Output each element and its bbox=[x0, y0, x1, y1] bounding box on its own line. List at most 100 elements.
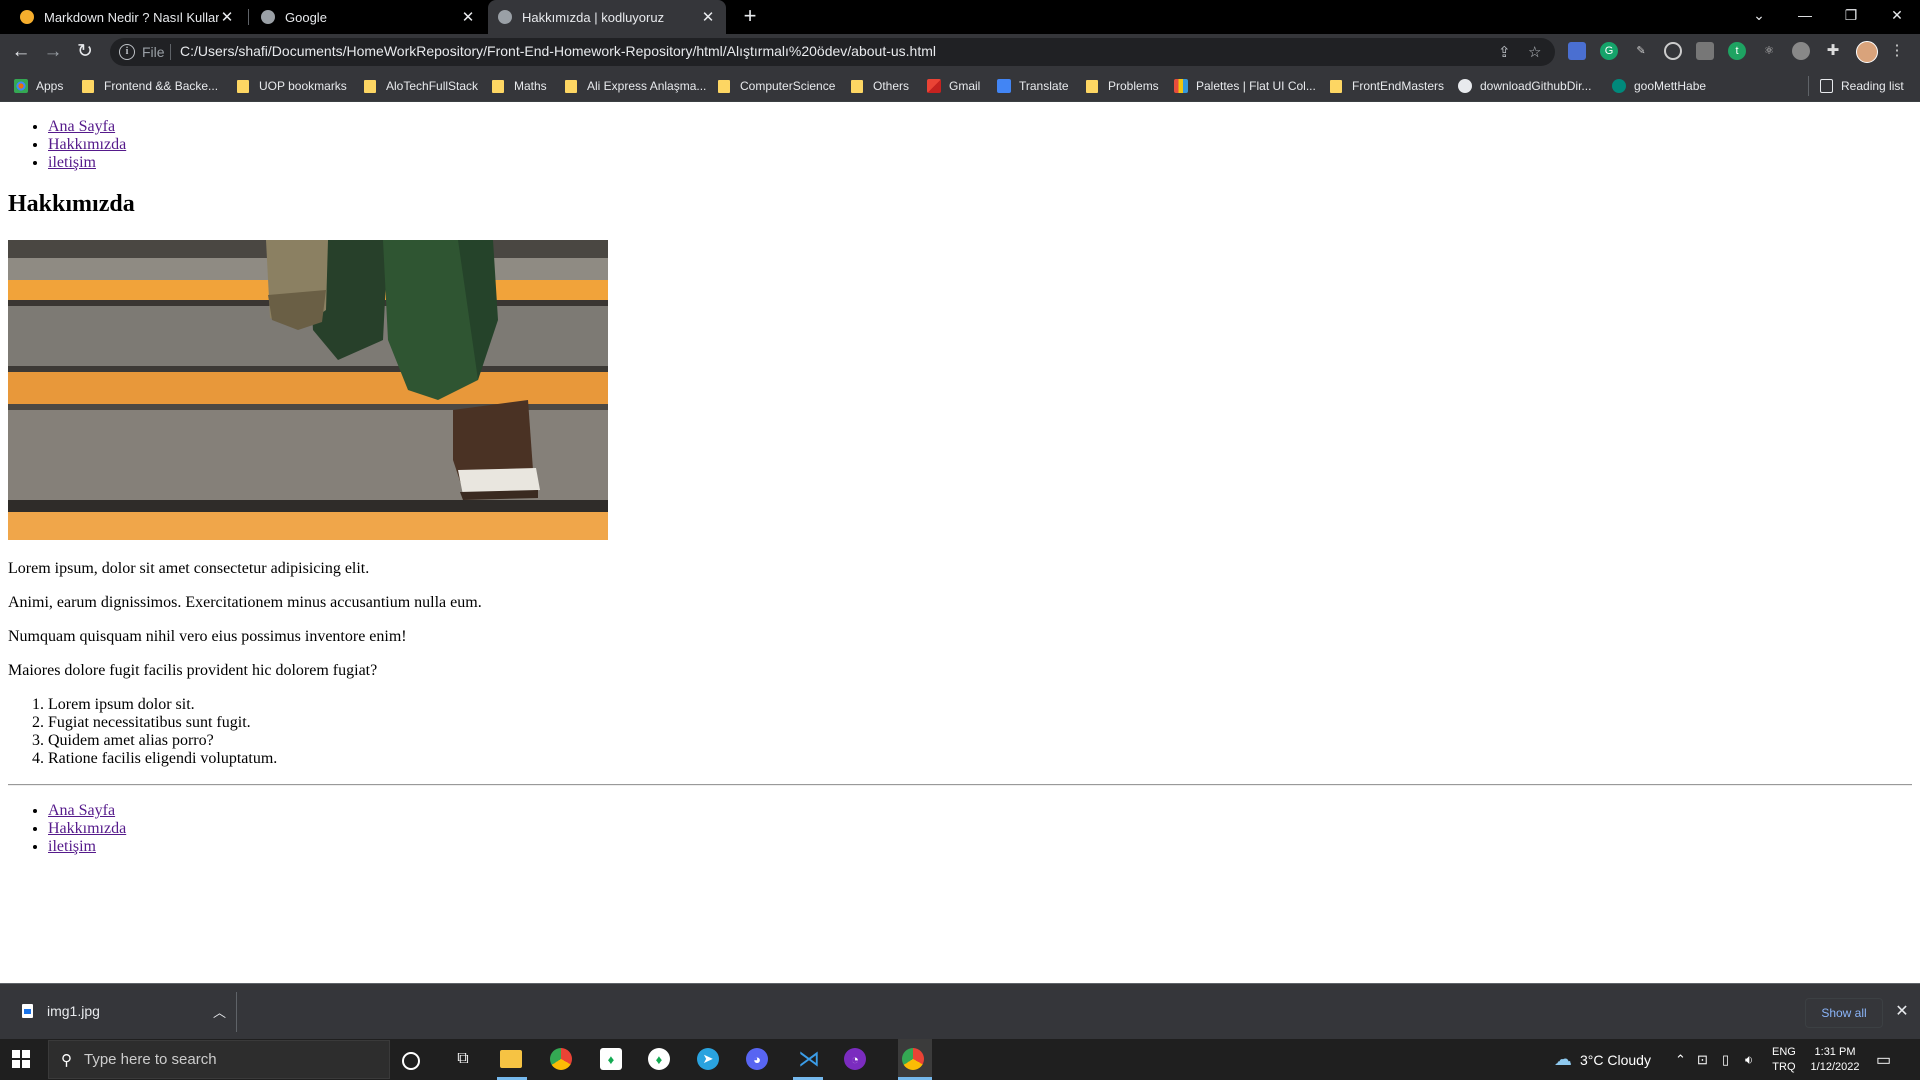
bookmark-gmail[interactable]: Gmail bbox=[927, 76, 980, 96]
show-all-button[interactable]: Show all bbox=[1805, 998, 1883, 1028]
bookmark-folder-others[interactable]: Others bbox=[851, 76, 909, 96]
info-icon[interactable]: i bbox=[119, 44, 135, 60]
footer-link-about[interactable]: Hakkımızda bbox=[48, 820, 126, 837]
language-indicator[interactable]: ENG TRQ bbox=[1772, 1039, 1796, 1080]
t-extension-icon[interactable]: t bbox=[1728, 42, 1746, 60]
discord-icon[interactable]: ◕ bbox=[746, 1048, 768, 1070]
clock[interactable]: 1:31 PM 1/12/2022 bbox=[1806, 1039, 1864, 1080]
target-extension-icon[interactable] bbox=[1664, 42, 1682, 60]
nav-link-about[interactable]: Hakkımızda bbox=[48, 136, 126, 153]
bookmark-folder-problems[interactable]: Problems bbox=[1086, 76, 1159, 96]
bookmark-folder-frontendmasters[interactable]: FrontEndMasters bbox=[1330, 76, 1444, 96]
download-bar: img1.jpg ︿ Show all ✕ bbox=[0, 983, 1920, 1039]
bookmark-apps[interactable]: Apps bbox=[14, 76, 63, 96]
volume-icon[interactable]: 🔉︎ bbox=[1745, 1039, 1753, 1080]
file-explorer-icon[interactable] bbox=[500, 1050, 522, 1068]
grammarly-icon[interactable]: G bbox=[1600, 42, 1618, 60]
bookmarks-bar: Apps Frontend && Backe... UOP bookmarks … bbox=[0, 70, 1920, 102]
tab-hakkimizda[interactable]: Hakkımızda | kodluyoruz ✕ bbox=[488, 0, 726, 34]
list-item: Lorem ipsum dolor sit. bbox=[48, 696, 277, 714]
weather-widget[interactable]: ☁ 3°C Cloudy bbox=[1554, 1039, 1651, 1080]
network-icon[interactable]: ⊡ bbox=[1697, 1039, 1708, 1080]
cortana-icon[interactable] bbox=[402, 1052, 420, 1070]
download-filename: img1.jpg bbox=[47, 1003, 100, 1019]
window-close-icon[interactable]: ✕ bbox=[1874, 0, 1920, 30]
bookmark-downloadgithub[interactable]: downloadGithubDir... bbox=[1458, 76, 1591, 96]
profile-avatar[interactable] bbox=[1856, 41, 1878, 63]
bookmark-folder-uop[interactable]: UOP bookmarks bbox=[237, 76, 347, 96]
close-icon[interactable]: ✕ bbox=[460, 8, 476, 26]
top-nav: Ana Sayfa Hakkımızda iletişim bbox=[8, 118, 126, 172]
tab-google[interactable]: Google ✕ bbox=[251, 0, 486, 34]
tab-title: Hakkımızda | kodluyoruz bbox=[522, 9, 665, 25]
list-item: Quidem amet alias porro? bbox=[48, 732, 277, 750]
bookmark-folder-maths[interactable]: Maths bbox=[492, 76, 547, 96]
shield-extension-icon[interactable] bbox=[1792, 42, 1810, 60]
tab-title: Markdown Nedir ? Nasıl Kullanılır bbox=[44, 9, 219, 25]
chrome-icon[interactable] bbox=[550, 1048, 572, 1070]
nav-item: iletişim bbox=[48, 838, 126, 856]
save-extension-icon[interactable] bbox=[1568, 42, 1586, 60]
close-icon[interactable]: ✕ bbox=[1890, 998, 1914, 1026]
address-bar[interactable]: i File C:/Users/shafi/Documents/HomeWork… bbox=[110, 38, 1555, 66]
chevron-up-icon[interactable]: ︿ bbox=[213, 1002, 226, 1021]
folder-icon bbox=[565, 79, 577, 93]
stack-extension-icon[interactable] bbox=[1696, 42, 1714, 60]
tab-search-chevron-icon[interactable]: ⌄ bbox=[1736, 0, 1782, 30]
footer-link-home[interactable]: Ana Sayfa bbox=[48, 802, 115, 819]
nav-link-home[interactable]: Ana Sayfa bbox=[48, 118, 115, 135]
paragraph: Lorem ipsum, dolor sit amet consectetur … bbox=[8, 560, 370, 577]
forward-arrow-icon[interactable]: → bbox=[40, 39, 66, 65]
pen-extension-icon[interactable]: ✎ bbox=[1632, 42, 1650, 60]
taskbar-search-box[interactable]: ⚲ Type here to search bbox=[48, 1040, 390, 1079]
close-icon[interactable]: ✕ bbox=[700, 8, 716, 26]
bookmark-label: gooMettHabe bbox=[1634, 79, 1707, 93]
bookmark-label: UOP bookmarks bbox=[259, 79, 347, 93]
tray-chevron-up-icon[interactable]: ⌃ bbox=[1675, 1039, 1686, 1080]
back-arrow-icon[interactable]: ← bbox=[8, 39, 34, 65]
minimize-icon[interactable]: — bbox=[1782, 0, 1828, 30]
url-text[interactable]: C:/Users/shafi/Documents/HomeWorkReposit… bbox=[180, 43, 936, 59]
notification-icon[interactable]: ▭ bbox=[1876, 1039, 1891, 1080]
paragraph: Numquam quisquam nihil vero eius possimu… bbox=[8, 628, 407, 645]
bookmark-folder-computerscience[interactable]: ComputerScience bbox=[718, 76, 835, 96]
new-tab-plus-icon[interactable]: + bbox=[737, 4, 763, 30]
restore-icon[interactable]: ❐ bbox=[1828, 0, 1874, 30]
tab-markdown[interactable]: Markdown Nedir ? Nasıl Kullanılır ✕ bbox=[10, 0, 245, 34]
nav-link-contact[interactable]: iletişim bbox=[48, 154, 96, 171]
bookmark-goomett[interactable]: gooMettHabe bbox=[1612, 76, 1706, 96]
close-icon[interactable]: ✕ bbox=[219, 8, 235, 26]
share-icon[interactable]: ⇪ bbox=[1498, 43, 1511, 61]
extensions-puzzle-icon[interactable]: ✚ bbox=[1824, 42, 1842, 60]
folder-icon bbox=[237, 79, 249, 93]
bookmark-star-icon[interactable]: ☆ bbox=[1528, 43, 1541, 61]
reload-icon[interactable]: ↻ bbox=[72, 39, 98, 65]
region-code: TRQ bbox=[1772, 1060, 1796, 1073]
tor-browser-icon[interactable]: ◔ bbox=[844, 1048, 866, 1070]
bookmark-label: FrontEndMasters bbox=[1352, 79, 1445, 93]
bookmark-folder-frontend[interactable]: Frontend && Backe... bbox=[82, 76, 218, 96]
bookmark-label: Others bbox=[873, 79, 910, 93]
bookmark-label: Gmail bbox=[949, 79, 981, 93]
vscode-icon[interactable]: ⋊ bbox=[795, 1045, 823, 1073]
bookmark-folder-aliexpress[interactable]: Ali Express Anlaşma... bbox=[565, 76, 706, 96]
paragraph: Animi, earum dignissimos. Exercitationem… bbox=[8, 594, 482, 611]
bookmark-translate[interactable]: Translate bbox=[997, 76, 1069, 96]
reading-list-button[interactable]: Reading list bbox=[1820, 76, 1904, 96]
telegram-icon[interactable]: ➤ bbox=[697, 1048, 719, 1070]
bookmark-palettes[interactable]: Palettes | Flat UI Col... bbox=[1174, 76, 1316, 96]
download-item[interactable]: img1.jpg ︿ bbox=[14, 994, 226, 1028]
chrome-active-icon[interactable] bbox=[902, 1048, 924, 1070]
url-scheme-label: File bbox=[142, 44, 165, 60]
bookmark-folder-alotech[interactable]: AloTechFullStack bbox=[364, 76, 478, 96]
react-devtools-icon[interactable]: ⚛ bbox=[1760, 42, 1778, 60]
mongodb-icon[interactable]: ♦ bbox=[600, 1048, 622, 1070]
mongodb-compass-icon[interactable]: ♦ bbox=[648, 1048, 670, 1070]
windows-start-icon[interactable] bbox=[12, 1050, 30, 1068]
power-icon[interactable]: ▯ bbox=[1722, 1039, 1729, 1080]
task-view-icon[interactable]: ⧉ bbox=[449, 1045, 477, 1073]
more-menu-icon[interactable]: ⋮ bbox=[1888, 42, 1906, 60]
weather-text: 3°C Cloudy bbox=[1580, 1051, 1651, 1068]
footer-link-contact[interactable]: iletişim bbox=[48, 838, 96, 855]
bookmark-label: downloadGithubDir... bbox=[1480, 79, 1592, 93]
